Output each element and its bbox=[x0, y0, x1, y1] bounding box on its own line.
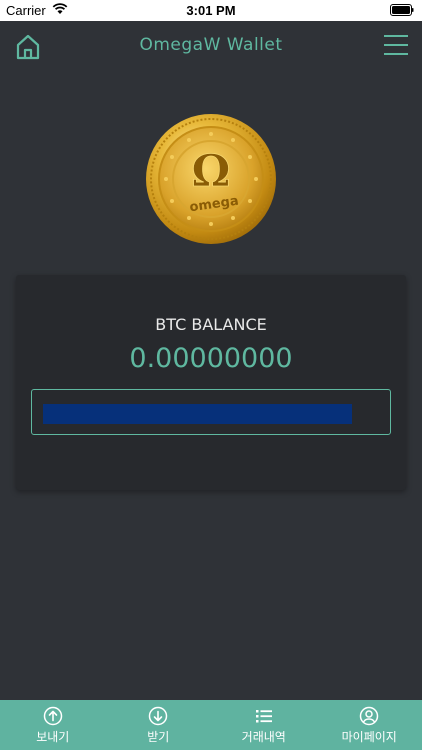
svg-text:Ω: Ω bbox=[191, 146, 230, 197]
wallet-address-box[interactable] bbox=[31, 389, 391, 435]
app-title: OmegaW Wallet bbox=[139, 35, 283, 55]
tab-mypage[interactable]: 마이페이지 bbox=[317, 700, 422, 750]
balance-amount: 0.00000000 bbox=[129, 343, 293, 374]
wallet-address-redacted bbox=[43, 404, 352, 424]
tab-receive-label: 받기 bbox=[147, 730, 170, 744]
app-header: OmegaW Wallet bbox=[0, 21, 422, 73]
tab-receive[interactable]: 받기 bbox=[106, 700, 212, 750]
tab-send-label: 보내기 bbox=[36, 730, 70, 744]
send-up-arrow-icon bbox=[43, 706, 62, 726]
tab-mypage-label: 마이페이지 bbox=[341, 730, 397, 744]
battery-icon bbox=[390, 4, 414, 16]
clock-time: 3:01 PM bbox=[186, 3, 236, 18]
tab-send[interactable]: 보내기 bbox=[0, 700, 106, 750]
omega-coin-logo: Ω omega bbox=[144, 112, 278, 246]
status-bar: Carrier 3:01 PM bbox=[0, 0, 422, 21]
balance-card: BTC BALANCE 0.00000000 bbox=[16, 275, 406, 490]
hamburger-menu-icon[interactable] bbox=[384, 35, 408, 57]
balance-label: BTC BALANCE bbox=[155, 315, 267, 334]
tab-history-label: 거래내역 bbox=[241, 730, 286, 744]
tab-history[interactable]: 거래내역 bbox=[211, 700, 317, 750]
user-profile-icon bbox=[360, 706, 379, 726]
list-icon bbox=[255, 710, 272, 723]
bottom-tab-bar: 보내기 받기 거래내역 마이페이지 bbox=[0, 700, 422, 750]
receive-down-arrow-icon bbox=[149, 706, 168, 726]
